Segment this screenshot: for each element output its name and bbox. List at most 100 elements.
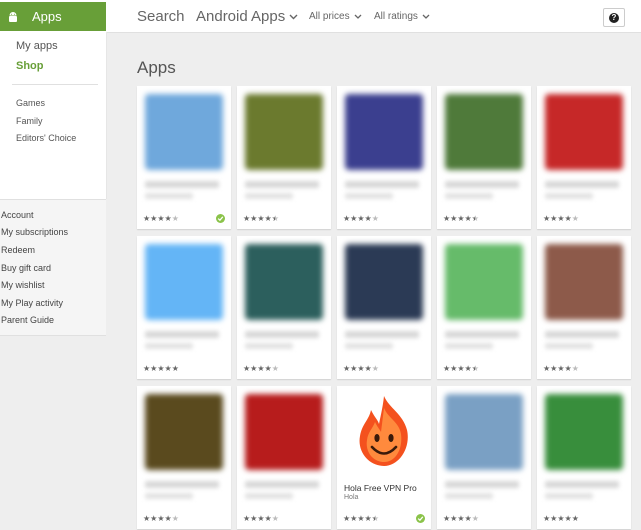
apps-tab[interactable]: Apps — [0, 2, 106, 31]
android-icon — [6, 10, 20, 24]
price-filter-dropdown[interactable]: All prices — [309, 11, 362, 22]
help-button[interactable]: ? — [603, 8, 625, 27]
app-icon — [545, 244, 623, 320]
app-card[interactable]: ★★★★★ — [537, 86, 631, 229]
app-card[interactable]: ★★★★★ — [437, 386, 531, 529]
app-developer-blurred — [345, 193, 393, 199]
app-icon — [345, 94, 423, 170]
app-title-blurred — [145, 181, 219, 188]
app-card[interactable]: ★★★★★★ — [437, 236, 531, 379]
star-rating: ★★★★★ — [143, 514, 179, 523]
star-rating: ★★★★★★ — [243, 214, 279, 223]
star-rating: ★★★★★★ — [443, 364, 479, 373]
app-card[interactable]: ★★★★★★ — [437, 86, 531, 229]
search-label[interactable]: Search — [137, 8, 185, 25]
account-link[interactable]: Account — [1, 210, 34, 220]
star-rating: ★★★★★★ — [443, 214, 479, 223]
installed-check-icon — [416, 514, 425, 523]
app-title-blurred — [345, 331, 419, 338]
app-icon — [145, 94, 223, 170]
app-icon — [245, 244, 323, 320]
app-developer-blurred — [545, 343, 593, 349]
app-icon — [245, 94, 323, 170]
rating-filter-label: All ratings — [374, 11, 418, 22]
app-icon — [345, 244, 423, 320]
app-developer-blurred — [245, 343, 293, 349]
price-filter-label: All prices — [309, 11, 350, 22]
parent-guide-link[interactable]: Parent Guide — [1, 315, 54, 325]
buy-gift-card-link[interactable]: Buy gift card — [1, 263, 51, 273]
rating-filter-dropdown[interactable]: All ratings — [374, 11, 430, 22]
app-title-blurred — [545, 481, 619, 488]
app-title-blurred — [145, 331, 219, 338]
app-card[interactable]: ★★★★★★ — [237, 86, 331, 229]
app-icon — [145, 244, 223, 320]
star-rating: ★★★★★ — [543, 514, 579, 523]
category-link-family[interactable]: Family — [16, 116, 43, 126]
redeem-link[interactable]: Redeem — [1, 245, 35, 255]
app-title-blurred — [545, 331, 619, 338]
app-developer-blurred — [345, 343, 393, 349]
app-card[interactable]: ★★★★★ — [337, 236, 431, 379]
sidebar-divider — [12, 84, 98, 85]
star-rating: ★★★★★ — [343, 214, 379, 223]
app-developer-blurred — [445, 343, 493, 349]
star-rating: ★★★★★ — [343, 364, 379, 373]
app-card[interactable]: ★★★★★ — [537, 386, 631, 529]
play-activity-link[interactable]: My Play activity — [1, 298, 63, 308]
app-developer-blurred — [145, 193, 193, 199]
app-icon — [445, 94, 523, 170]
nav-my-apps[interactable]: My apps — [16, 40, 58, 52]
app-card[interactable]: ★★★★★ — [237, 386, 331, 529]
star-rating: ★★★★★ — [243, 364, 279, 373]
app-title-blurred — [145, 481, 219, 488]
app-icon — [245, 394, 323, 470]
nav-shop[interactable]: Shop — [16, 60, 44, 72]
star-rating: ★★★★★ — [143, 364, 179, 373]
help-icon: ? — [609, 12, 619, 23]
star-rating: ★★★★★★ — [343, 514, 379, 523]
app-title-blurred — [245, 181, 319, 188]
app-icon — [545, 394, 623, 470]
category-link-editors-choice[interactable]: Editors' Choice — [16, 133, 76, 143]
category-dropdown[interactable]: Android Apps — [196, 8, 298, 25]
app-developer-blurred — [545, 493, 593, 499]
app-title-blurred — [445, 331, 519, 338]
star-rating: ★★★★★ — [543, 364, 579, 373]
flame-icon — [345, 394, 423, 470]
app-card[interactable]: Hola Free VPN ProHola ★★★★★★ — [337, 386, 431, 529]
star-rating: ★★★★★ — [243, 514, 279, 523]
subscriptions-link[interactable]: My subscriptions — [1, 227, 68, 237]
app-card[interactable]: ★★★★★ — [137, 236, 231, 379]
app-card[interactable]: ★★★★★ — [137, 386, 231, 529]
app-title-blurred — [245, 481, 319, 488]
app-icon — [145, 394, 223, 470]
chevron-down-icon — [422, 14, 430, 19]
app-card[interactable]: ★★★★★ — [337, 86, 431, 229]
top-bar: Apps Search Android Apps All prices All … — [0, 0, 641, 33]
app-title-blurred — [345, 181, 419, 188]
star-rating: ★★★★★ — [143, 214, 179, 223]
apps-tab-label: Apps — [32, 9, 62, 24]
app-developer-blurred — [145, 343, 193, 349]
app-title: Hola Free VPN Pro — [344, 483, 417, 493]
chevron-down-icon — [289, 14, 298, 20]
app-developer: Hola — [344, 494, 359, 501]
app-card[interactable]: ★★★★★ — [537, 236, 631, 379]
app-icon — [445, 394, 523, 470]
category-dropdown-label: Android Apps — [196, 8, 286, 25]
category-link-games[interactable]: Games — [16, 98, 45, 108]
app-developer-blurred — [445, 493, 493, 499]
app-card[interactable]: ★★★★★ — [137, 86, 231, 229]
app-title-blurred — [245, 331, 319, 338]
section-title: Apps — [137, 58, 176, 77]
star-rating: ★★★★★ — [443, 514, 479, 523]
app-icon — [545, 94, 623, 170]
app-developer-blurred — [145, 493, 193, 499]
wishlist-link[interactable]: My wishlist — [1, 280, 45, 290]
app-card[interactable]: ★★★★★ — [237, 236, 331, 379]
account-links: Account My subscriptions Redeem Buy gift… — [0, 199, 106, 336]
sidebar: My apps Shop Games Family Editors' Choic… — [0, 32, 107, 199]
app-developer-blurred — [245, 193, 293, 199]
app-developer-blurred — [445, 193, 493, 199]
